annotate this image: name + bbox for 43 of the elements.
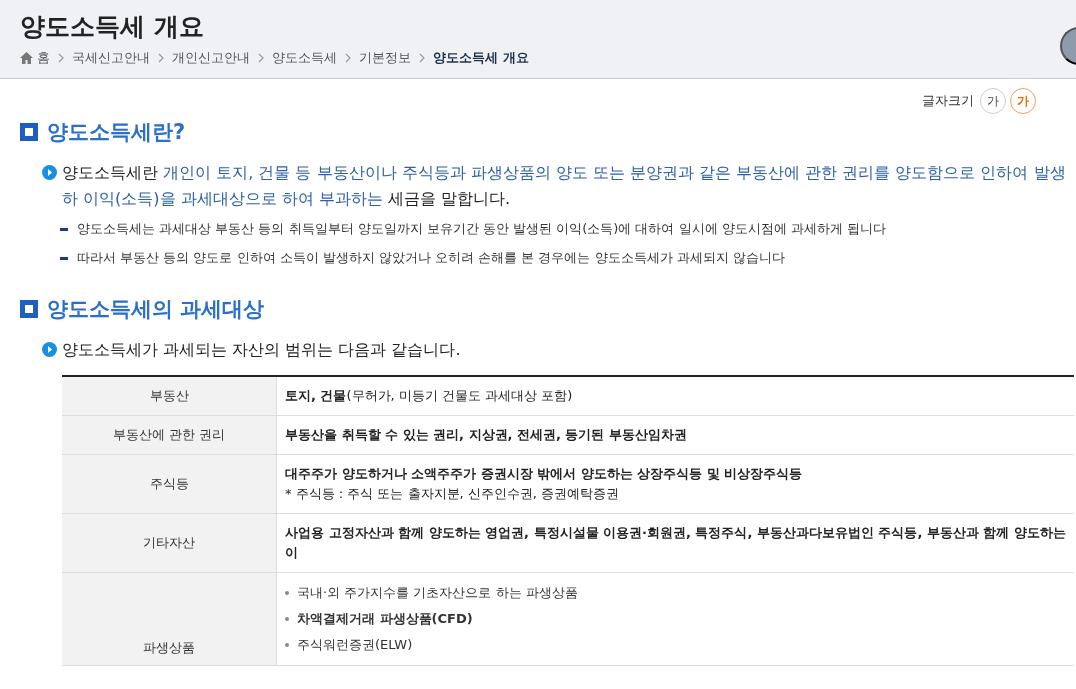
bullet-icon [285, 617, 289, 621]
list-item: 국내·외 주가지수를 기초자산으로 하는 파생상품 [297, 584, 578, 602]
table-header-cell: 부동산 [62, 376, 277, 416]
font-size-label: 글자크기 [922, 92, 974, 110]
list-item: 차액결제거래 파생상품(CFD) [297, 610, 473, 628]
section-heading: 양도소득세란? [47, 119, 186, 146]
table-header-cell: 기타자산 [62, 513, 277, 573]
breadcrumb-link[interactable]: 홈 [20, 49, 50, 67]
chevron-icon [343, 53, 353, 63]
table-header-cell: 부동산에 관한 권리 [62, 415, 277, 455]
cell-text: 사업용 고정자산과 함께 양도하는 영업권, 특정시설물 이용권·회원권, 특정주식, 부동산과다보유법인 주식등, 부동산과 함께 양도하는 이 [285, 524, 1066, 562]
note-text: 양도소득세는 과세대상 부동산 등의 취득일부터 양도일까지 보유기간 동안 발생된 이익(소득)에 대하여 일시에 양도시점에 과세하게 됩니다 [77, 220, 886, 238]
paragraph: 양도소득세가 과세되는 자산의 범위는 다음과 같습니다. [62, 339, 461, 361]
section-heading: 양도소득세의 과세대상 [47, 296, 265, 323]
bullet-icon [285, 643, 289, 647]
chevron-icon [417, 53, 427, 63]
square-icon [20, 123, 38, 141]
play-icon [42, 165, 57, 180]
breadcrumb-link[interactable]: 국세신고안내 [72, 49, 150, 67]
breadcrumb-link[interactable]: 양도소득세 개요 [433, 49, 529, 67]
list-item: 주식워런증권(ELW) [297, 636, 413, 654]
play-icon [42, 342, 57, 357]
table-header-cell: 주식등 [62, 454, 277, 514]
paragraph: 양도소득세란 개인이 토지, 건물 등 부동산이나 주식등과 파생상품의 양도 또는 분양권과 같은 부동산에 관한 권리를 양도함으로 인하여 발생하 이익(소득)을 과세대상으로 하여 부과하는 세금을 말합니다. [62, 162, 1067, 210]
breadcrumb-link[interactable]: 개인신고안내 [172, 49, 250, 67]
dash-icon [60, 227, 68, 231]
cell-text: 부동산을 취득할 수 있는 권리, 지상권, 전세권, 등기된 부동산임차권 [285, 426, 689, 444]
square-icon [20, 300, 38, 318]
table-header-cell: 파생상품 [62, 572, 277, 666]
dash-icon [60, 256, 68, 260]
chevron-icon [56, 53, 66, 63]
breadcrumb-link[interactable]: 기본정보 [359, 49, 411, 67]
breadcrumb-link[interactable]: 양도소득세 [272, 49, 337, 67]
page-title: 양도소득세 개요 [20, 11, 205, 43]
bullet-icon [285, 591, 289, 595]
home-icon [20, 52, 33, 64]
chevron-icon [156, 53, 166, 63]
cell-text: * 주식등 : 주식 또는 출자지분, 신주인수권, 증권예탁증권 [285, 485, 621, 503]
chevron-icon [256, 53, 266, 63]
cell-text: 대주주가 양도하거나 소액주주가 증권시장 밖에서 양도하는 상장주식등 및 비상장주식등 [285, 465, 804, 483]
font-size-button[interactable]: 가 [980, 88, 1006, 114]
cell-text: 토지, 건물(무허가, 미등기 건물도 과세대상 포함) [285, 387, 574, 405]
note-text: 따라서 부동산 등의 양도로 인하여 소득이 발생하지 않았거나 오히려 손해를 본 경우에는 양도소득세가 과세되지 않습니다 [77, 249, 785, 267]
